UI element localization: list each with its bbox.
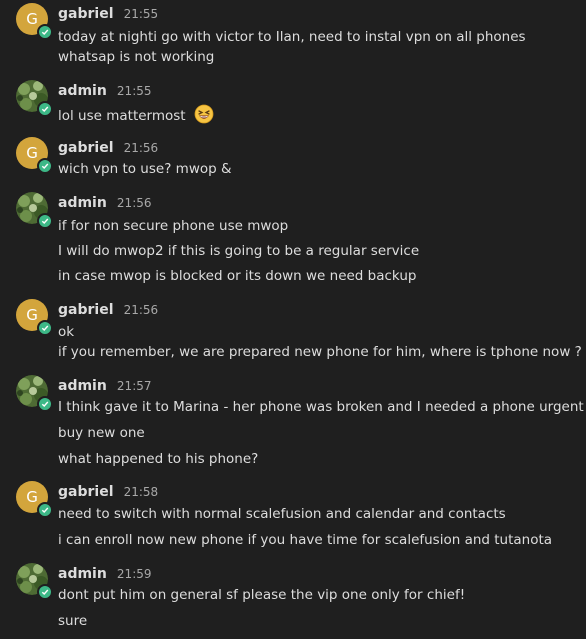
- laughing-emoji-icon: [194, 104, 214, 130]
- username[interactable]: gabriel: [58, 302, 114, 318]
- username[interactable]: admin: [58, 83, 107, 99]
- username[interactable]: admin: [58, 566, 107, 582]
- avatar[interactable]: [16, 563, 53, 600]
- post: admin 21:59 dont put him on general sf p…: [0, 563, 586, 639]
- username[interactable]: admin: [58, 378, 107, 394]
- username[interactable]: gabriel: [58, 6, 114, 22]
- post-header: admin 21:57: [58, 375, 152, 395]
- timestamp[interactable]: 21:56: [124, 303, 159, 317]
- online-status-icon: [37, 213, 53, 229]
- message-text: i can enroll now new phone if you have t…: [58, 532, 553, 548]
- timestamp[interactable]: 21:56: [117, 196, 152, 210]
- message-text: sure: [58, 613, 88, 629]
- post: G gabriel 21:58 need to switch with norm…: [0, 481, 586, 556]
- avatar[interactable]: G: [16, 137, 53, 174]
- avatar[interactable]: [16, 375, 53, 412]
- online-status-icon: [37, 101, 53, 117]
- message-text: I will do mwop2 if this is going to be a…: [58, 243, 420, 259]
- post-header: admin 21:55: [58, 80, 152, 100]
- online-status-icon: [37, 24, 53, 40]
- post: admin 21:56 if for non secure phone use …: [0, 192, 586, 292]
- message-line: lol use mattermost: [58, 104, 214, 130]
- message-text: dont put him on general sf please the vi…: [58, 587, 466, 603]
- timestamp[interactable]: 21:56: [124, 141, 159, 155]
- avatar[interactable]: [16, 192, 53, 229]
- online-status-icon: [37, 320, 53, 336]
- post: admin 21:55 lol use mattermost: [0, 80, 586, 130]
- timestamp[interactable]: 21:55: [124, 7, 159, 21]
- post-header: admin 21:56: [58, 192, 152, 212]
- online-status-icon: [37, 584, 53, 600]
- timestamp[interactable]: 21:59: [117, 567, 152, 581]
- post: G gabriel 21:55 today at nighti go with …: [0, 3, 586, 73]
- username[interactable]: admin: [58, 195, 107, 211]
- avatar[interactable]: G: [16, 481, 53, 518]
- post-header: gabriel 21:55: [58, 3, 158, 23]
- post-header: gabriel 21:58: [58, 481, 158, 501]
- message-text: ok: [58, 324, 75, 340]
- message-text: what happened to his phone?: [58, 451, 259, 467]
- message-text: whatsap is not working: [58, 49, 215, 65]
- avatar[interactable]: G: [16, 3, 53, 40]
- message-text: if you remember, we are prepared new pho…: [58, 344, 582, 360]
- online-status-icon: [37, 502, 53, 518]
- timestamp[interactable]: 21:58: [124, 485, 159, 499]
- avatar[interactable]: G: [16, 299, 53, 336]
- post: G gabriel 21:56 wich vpn to use? mwop &: [0, 137, 586, 182]
- post: admin 21:57 I think gave it to Marina - …: [0, 375, 586, 475]
- post-header: admin 21:59: [58, 563, 152, 583]
- message-text: lol use mattermost: [58, 108, 186, 124]
- timestamp[interactable]: 21:57: [117, 379, 152, 393]
- online-status-icon: [37, 158, 53, 174]
- username[interactable]: gabriel: [58, 140, 114, 156]
- message-text: wich vpn to use? mwop &: [58, 161, 232, 177]
- message-text: today at nighti go with victor to Ilan, …: [58, 29, 526, 45]
- message-text: if for non secure phone use mwop: [58, 218, 289, 234]
- online-status-icon: [37, 396, 53, 412]
- message-text: buy new one: [58, 425, 145, 441]
- message-text: need to switch with normal scalefusion a…: [58, 506, 506, 522]
- avatar[interactable]: [16, 80, 53, 117]
- post: G gabriel 21:56 ok if you remember, we a…: [0, 299, 586, 369]
- message-feed: G gabriel 21:55 today at nighti go with …: [0, 0, 586, 639]
- post-header: gabriel 21:56: [58, 299, 158, 319]
- username[interactable]: gabriel: [58, 484, 114, 500]
- post-header: gabriel 21:56: [58, 137, 158, 157]
- timestamp[interactable]: 21:55: [117, 84, 152, 98]
- message-text: in case mwop is blocked or its down we n…: [58, 268, 417, 284]
- message-text: I think gave it to Marina - her phone wa…: [58, 399, 584, 415]
